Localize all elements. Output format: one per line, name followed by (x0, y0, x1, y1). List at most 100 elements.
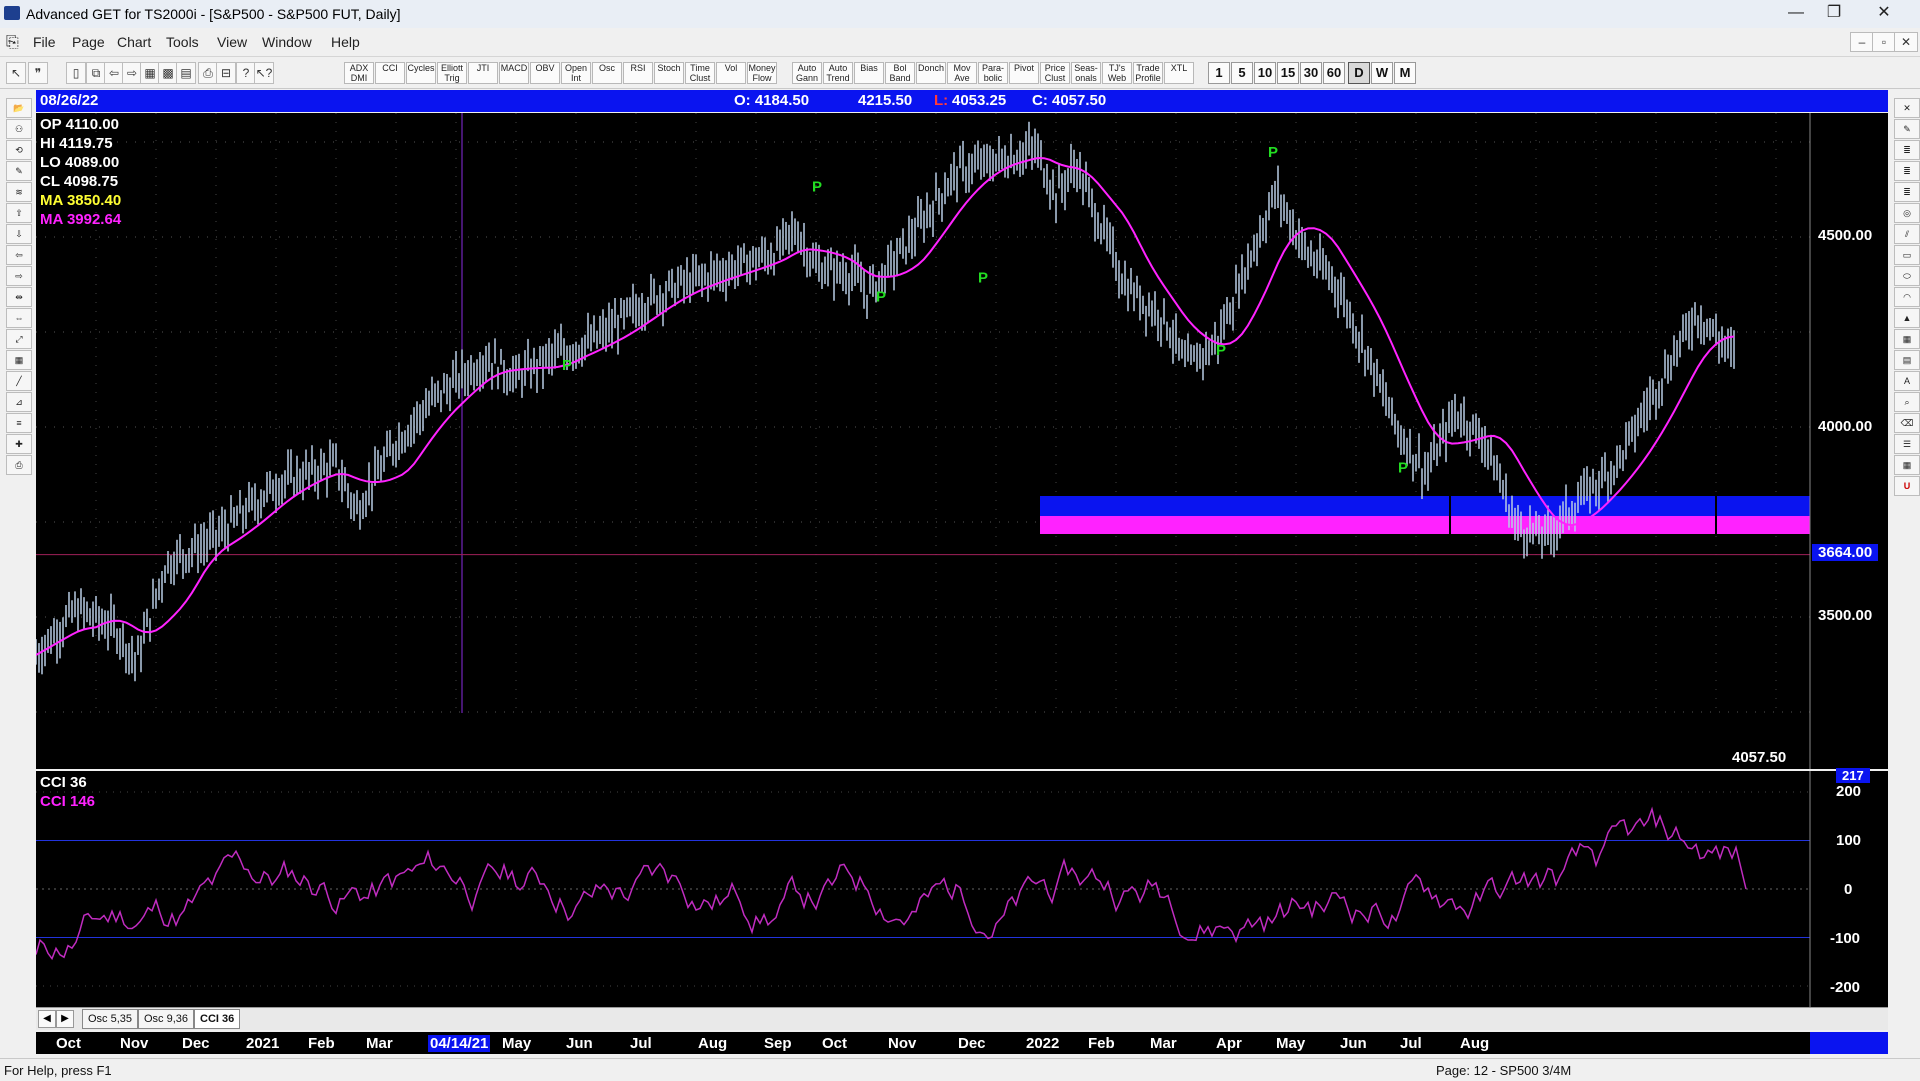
study-button-para-bolic[interactable]: Para-bolic (978, 62, 1008, 84)
folder-icon[interactable]: 📂 (6, 98, 32, 118)
document-icon[interactable]: ⎘ (6, 34, 19, 52)
study-button-bias[interactable]: Bias (854, 62, 884, 84)
eraser-icon[interactable]: ⌫ (1894, 413, 1920, 433)
timeframe-D[interactable]: D (1348, 62, 1370, 84)
study-button-stoch[interactable]: Stoch (654, 62, 684, 84)
study-button-price-clust[interactable]: Price Clust (1040, 62, 1070, 84)
timeframe-1[interactable]: 1 (1208, 62, 1230, 84)
reset-icon[interactable]: ⟲ (6, 140, 32, 160)
study-button-auto-trend[interactable]: Auto Trend (823, 62, 853, 84)
study-button-donch[interactable]: Donch (916, 62, 946, 84)
up-arrow-icon[interactable]: ⇧ (6, 203, 32, 223)
fib-ret-icon[interactable]: ≣ (1894, 140, 1920, 160)
people-icon[interactable]: ⚇ (6, 119, 32, 139)
pointer-icon[interactable]: ↖ (6, 62, 26, 84)
study-button-osc[interactable]: Osc (592, 62, 622, 84)
cci-oscillator-panel[interactable]: CCI 36 CCI 146 217 200 100 0 -100 -200 (35, 768, 1888, 1007)
tile-icon[interactable]: ▤ (176, 62, 196, 84)
pencil-icon[interactable]: ✎ (1894, 119, 1920, 139)
study-button-rsi[interactable]: RSI (623, 62, 653, 84)
tab-cci-36[interactable]: CCI 36 (194, 1009, 241, 1029)
left-arrow-icon[interactable]: ⇦ (6, 245, 32, 265)
tab-osc-9-36[interactable]: Osc 9,36 (138, 1009, 195, 1029)
timeframe-M[interactable]: M (1394, 62, 1416, 84)
tab-scroll-right-icon[interactable]: ▶ (56, 1010, 74, 1028)
elliott-icon[interactable]: ≋ (6, 182, 32, 202)
timeframe-10[interactable]: 10 (1254, 62, 1276, 84)
print-icon[interactable]: ⎙ (198, 62, 218, 84)
study-button-open-int[interactable]: Open Int (561, 62, 591, 84)
study-button-jti[interactable]: JTI (468, 62, 498, 84)
pti-icon[interactable]: ▲ (1894, 308, 1920, 328)
compress-icon[interactable]: ⇹ (6, 287, 32, 307)
right-arrow-icon[interactable]: ⇨ (6, 266, 32, 286)
rectangle-icon[interactable]: ▭ (1894, 245, 1920, 265)
study-button-trade-profile[interactable]: Trade Profile (1133, 62, 1163, 84)
study-button-time-clust[interactable]: Time Clust (685, 62, 715, 84)
down-arrow-icon[interactable]: ⇩ (6, 224, 32, 244)
mdi-minimize-button[interactable]: – (1850, 32, 1874, 52)
tab-scroll-left-icon[interactable]: ◀ (38, 1010, 56, 1028)
timeframe-5[interactable]: 5 (1231, 62, 1253, 84)
grid-icon[interactable]: ▦ (1894, 329, 1920, 349)
text-icon[interactable]: A (1894, 371, 1920, 391)
study-button-elliott-trig[interactable]: Elliott Trig (437, 62, 467, 84)
quote-icon[interactable]: ❞ (28, 62, 48, 84)
lines-icon[interactable]: ╱ (6, 371, 32, 391)
circle-icon[interactable]: ◎ (1894, 203, 1920, 223)
gann-icon[interactable]: ⊿ (6, 392, 32, 412)
fib-ext-icon[interactable]: ≣ (1894, 161, 1920, 181)
study-button-vol[interactable]: Vol (716, 62, 746, 84)
close-button[interactable]: ✕ (1862, 0, 1906, 26)
grid-icon[interactable]: ▩ (158, 62, 178, 84)
channel-icon[interactable]: ⫽ (1894, 224, 1920, 244)
study-button-cycles[interactable]: Cycles (406, 62, 436, 84)
magnify-icon[interactable]: ⌕ (1894, 392, 1920, 412)
study-button-macd[interactable]: MACD (499, 62, 529, 84)
study-button-adx-dmi[interactable]: ADX DMI (344, 62, 374, 84)
close-icon[interactable]: ✕ (1894, 98, 1920, 118)
price-chart[interactable]: P P P P P P P OP 4110.00 HI 4119.75 LO 4089.00… (36, 113, 1888, 769)
back-icon[interactable]: ⇦ (104, 62, 124, 84)
new-page-icon[interactable]: ▯ (66, 62, 86, 84)
fib-time-icon[interactable]: ≣ (1894, 182, 1920, 202)
menu-file[interactable]: File (33, 34, 56, 50)
menu-window[interactable]: Window (262, 34, 312, 50)
mob-icon[interactable]: ▤ (1894, 350, 1920, 370)
price-chart-canvas[interactable]: P P P P P P P (36, 113, 1888, 769)
menu-chart[interactable]: Chart (117, 34, 151, 50)
study-button-pivot[interactable]: Pivot (1009, 62, 1039, 84)
menu-tools[interactable]: Tools (166, 34, 199, 50)
print-icon[interactable]: ⎙ (6, 455, 32, 475)
list-icon[interactable]: ☰ (1894, 434, 1920, 454)
expand-icon[interactable]: ⇔ (6, 308, 32, 328)
menu-view[interactable]: View (217, 34, 247, 50)
study-button-obv[interactable]: OBV (530, 62, 560, 84)
menu-page[interactable]: Page (72, 34, 105, 50)
study-icon[interactable]: ✎ (6, 161, 32, 181)
study-button-bol-band[interactable]: Bol Band (885, 62, 915, 84)
arc-icon[interactable]: ◠ (1894, 287, 1920, 307)
mdi-restore-button[interactable]: ▫ (1872, 32, 1896, 52)
forward-icon[interactable]: ⇨ (122, 62, 142, 84)
layout-icon[interactable]: ▦ (140, 62, 160, 84)
timeframe-30[interactable]: 30 (1300, 62, 1322, 84)
printer-setup-icon[interactable]: ⊟ (216, 62, 236, 84)
context-help-icon[interactable]: ↖? (254, 62, 274, 84)
table-icon[interactable]: ▦ (1894, 455, 1920, 475)
magnet-icon[interactable]: U (1894, 476, 1920, 496)
timeframe-15[interactable]: 15 (1277, 62, 1299, 84)
tab-osc-5-35[interactable]: Osc 5,35 (82, 1009, 139, 1029)
ellipse-icon[interactable]: ⬭ (1894, 266, 1920, 286)
menu-help[interactable]: Help (331, 34, 360, 50)
study-button-cci[interactable]: CCI (375, 62, 405, 84)
study-button-xtl[interactable]: XTL (1164, 62, 1194, 84)
mdi-close-button[interactable]: ✕ (1894, 32, 1918, 52)
zoom-icon[interactable]: ⤢ (6, 329, 32, 349)
timeframe-60[interactable]: 60 (1323, 62, 1345, 84)
study-button-mov-ave[interactable]: Mov Ave (947, 62, 977, 84)
fib-icon[interactable]: ≡ (6, 413, 32, 433)
restore-button[interactable]: ❐ (1812, 0, 1856, 26)
crosshair-icon[interactable]: ✚ (6, 434, 32, 454)
copy-icon[interactable]: ⧉ (86, 62, 106, 84)
